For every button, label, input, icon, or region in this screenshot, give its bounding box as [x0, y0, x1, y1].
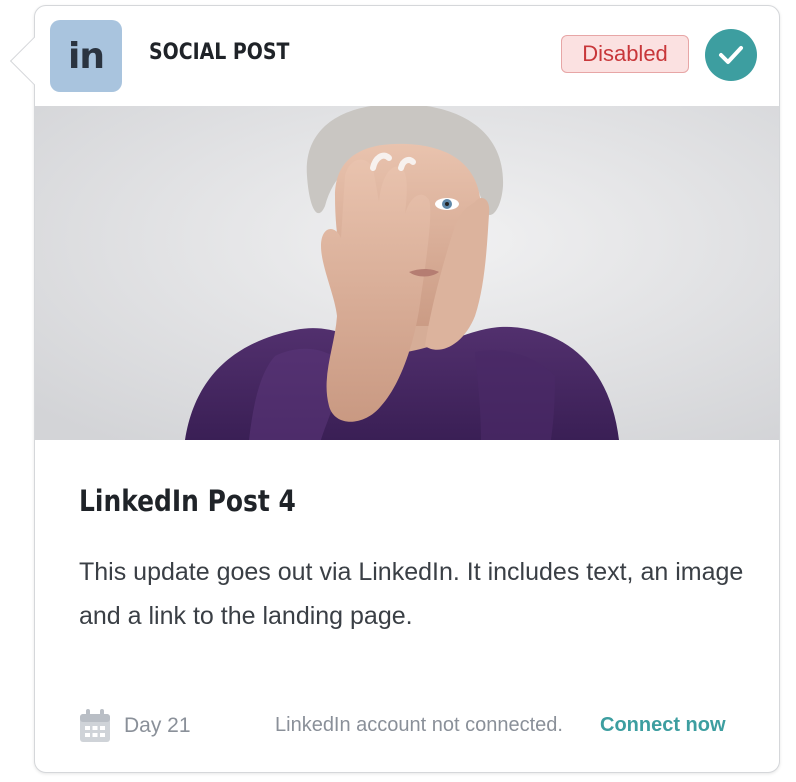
post-title: LinkedIn Post 4: [79, 484, 296, 518]
post-image: [35, 106, 779, 440]
linkedin-icon-text: in: [68, 35, 105, 77]
social-post-card: in SOCIAL POST Disabled LinkedIn Post 4 …: [9, 5, 780, 773]
post-description: This update goes out via LinkedIn. It in…: [79, 558, 744, 630]
portrait-photo: [35, 106, 779, 440]
card-footer: Day 21 LinkedIn account not connected. C…: [79, 706, 739, 746]
linkedin-icon: in: [50, 20, 122, 92]
complete-toggle-button[interactable]: [705, 29, 757, 81]
check-icon: [719, 46, 743, 64]
connect-now-link[interactable]: Connect now: [600, 714, 726, 737]
card-type-title: SOCIAL POST: [149, 40, 290, 65]
account-status-text: LinkedIn account not connected.: [275, 714, 563, 736]
card-header: in SOCIAL POST Disabled: [35, 6, 779, 106]
status-badge: Disabled: [561, 35, 689, 73]
schedule-day: Day 21: [124, 714, 191, 737]
calendar-icon: [80, 709, 110, 742]
